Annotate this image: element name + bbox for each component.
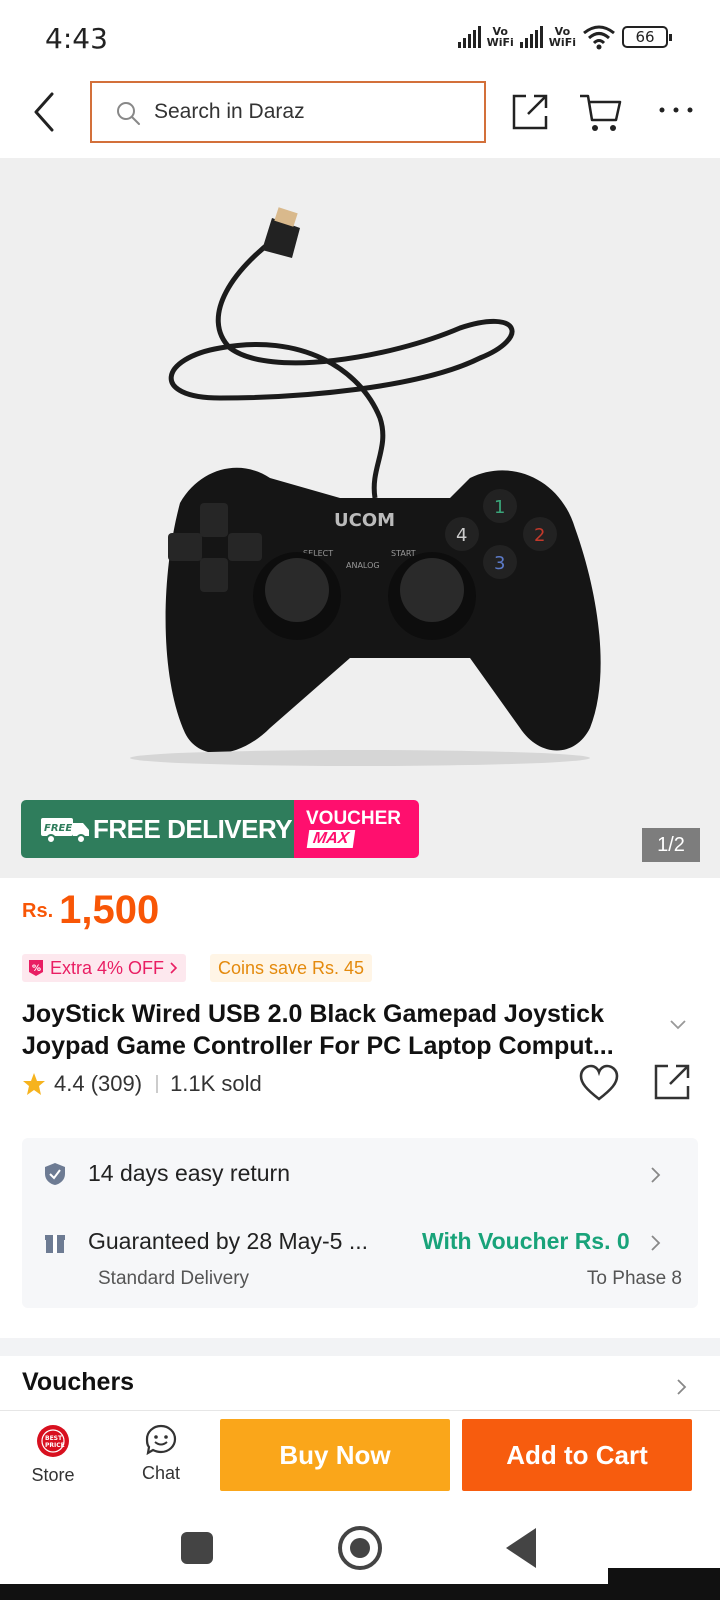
delivery-destination-text: To Phase 8 — [586, 1268, 682, 1289]
back-arrow-icon[interactable] — [26, 88, 66, 136]
free-delivery-badge: FREE FREE DELIVERY — [21, 800, 294, 858]
vouchers-section[interactable]: Vouchers — [0, 1356, 720, 1410]
truck-icon: FREE — [41, 818, 89, 844]
shield-icon — [45, 1163, 65, 1185]
chat-button[interactable]: Chat — [126, 1423, 196, 1493]
guaranteed-delivery-text: Guaranteed by 28 May-5 ... — [88, 1228, 368, 1254]
promo-tag-icon: % — [29, 960, 43, 976]
cart-icon[interactable] — [578, 90, 622, 134]
search-icon — [117, 102, 140, 125]
gamepad-button-2: 2 — [534, 525, 545, 546]
heart-icon[interactable] — [578, 1064, 620, 1102]
top-header: Search in Daraz — [0, 78, 720, 158]
battery-indicator: 66 — [622, 26, 672, 48]
signal-1-icon — [457, 26, 481, 48]
gamepad-analog-print: ANALOG — [346, 561, 380, 570]
add-to-cart-button[interactable]: Add to Cart — [462, 1419, 692, 1491]
return-policy-text: 14 days easy return — [88, 1160, 291, 1186]
wifi-icon — [583, 25, 615, 50]
status-bar: 4:43 Vo WiFi Vo WiFi 66 — [0, 0, 720, 78]
chevron-right-icon — [677, 1379, 687, 1395]
product-title[interactable]: JoyStick Wired USB 2.0 Black Gamepad Joy… — [22, 998, 662, 1062]
chevron-right-icon — [651, 1167, 661, 1183]
gamepad-brand-print: UCOM — [334, 510, 395, 531]
delivery-service-card: 14 days easy return Guaranteed by 28 May… — [22, 1138, 698, 1308]
chevron-down-icon[interactable] — [668, 1018, 688, 1032]
buy-now-button[interactable]: Buy Now — [220, 1419, 450, 1491]
store-button[interactable]: BEST PRICE Store — [18, 1423, 88, 1493]
store-label: Store — [31, 1465, 75, 1485]
gallery-page-indicator: 1/2 — [642, 828, 700, 862]
rating-value: 4.4 (309) — [54, 1071, 143, 1096]
coins-save-tag: Coins save Rs. 45 — [210, 954, 373, 982]
rating-row[interactable]: 4.4 (309) 1.1K sold — [22, 1068, 262, 1100]
search-placeholder: Search in Daraz — [154, 100, 305, 123]
chevron-right-icon — [651, 1235, 661, 1251]
vowifi-1-label: Vo WiFi — [486, 25, 514, 49]
sold-count: 1.1K sold — [170, 1071, 262, 1096]
share-icon[interactable] — [652, 1062, 692, 1102]
vowifi-2-label: Vo WiFi — [548, 25, 576, 49]
store-icon: BEST PRICE — [37, 1425, 69, 1457]
return-policy-row[interactable]: 14 days easy return — [22, 1138, 698, 1210]
box-icon — [45, 1235, 65, 1253]
nav-bottom-strip — [0, 1584, 720, 1600]
section-separator — [0, 1338, 720, 1356]
divider — [156, 1075, 159, 1093]
more-icon[interactable] — [656, 98, 696, 122]
system-nav-bar — [0, 1506, 720, 1600]
product-title-line2: Joypad Game Controller For PC Laptop Com… — [22, 1032, 614, 1060]
product-image-gallery[interactable]: UCOM SELECT START ANALOG 1 2 3 4 FREE FR… — [0, 158, 720, 878]
star-icon — [23, 1073, 45, 1095]
status-time: 4:43 — [45, 22, 108, 55]
price-value: 1,500 — [59, 888, 160, 932]
bottom-action-bar: BEST PRICE Store Chat Buy Now Add to Car… — [0, 1410, 720, 1506]
with-voucher-text: With Voucher Rs. 0 — [422, 1228, 630, 1254]
vouchers-title: Vouchers — [22, 1368, 135, 1396]
product-price: Rs. 1,500 — [22, 888, 159, 933]
recents-nav-button[interactable] — [181, 1532, 213, 1564]
chevron-right-icon — [170, 962, 178, 974]
voucher-max-line1: VOUCHER — [306, 808, 402, 829]
gamepad-button-4: 4 — [456, 525, 467, 546]
voucher-max-badge: VOUCHER MAX — [294, 800, 419, 858]
free-delivery-text: FREE DELIVERY — [93, 814, 293, 844]
extra-off-tag[interactable]: % Extra 4% OFF — [22, 954, 187, 982]
chat-icon — [145, 1424, 177, 1456]
extra-off-text: Extra 4% OFF — [50, 957, 165, 978]
share-icon[interactable] — [510, 92, 550, 132]
voucher-max-line2: MAX — [306, 830, 355, 848]
product-title-line1: JoyStick Wired USB 2.0 Black Gamepad Joy… — [22, 1000, 604, 1028]
status-icons: Vo WiFi Vo WiFi 66 — [457, 20, 672, 54]
free-delivery-voucher-badge: FREE FREE DELIVERY VOUCHER MAX — [21, 800, 419, 858]
signal-2-icon — [519, 26, 543, 48]
chat-label: Chat — [141, 1463, 181, 1483]
svg-text:PRICE: PRICE — [45, 1442, 65, 1449]
back-nav-button[interactable] — [506, 1528, 536, 1568]
standard-delivery-text: Standard Delivery — [98, 1268, 250, 1289]
svg-text:BEST: BEST — [45, 1435, 63, 1442]
gamepad-start-print: START — [391, 549, 416, 558]
gamepad-button-1: 1 — [494, 497, 505, 518]
svg-text:FREE: FREE — [44, 823, 72, 834]
product-info: Rs. 1,500 % Extra 4% OFF Coins save Rs. 4… — [0, 878, 720, 1338]
svg-text:%: % — [32, 964, 41, 974]
delivery-row[interactable]: Guaranteed by 28 May-5 ... With Voucher … — [22, 1218, 698, 1298]
price-currency: Rs. — [22, 900, 54, 922]
gamepad-button-3: 3 — [494, 553, 505, 574]
search-input[interactable]: Search in Daraz — [90, 81, 486, 143]
home-nav-button[interactable] — [338, 1526, 382, 1570]
product-image-gamepad: UCOM SELECT START ANALOG 1 2 3 4 — [130, 207, 601, 766]
